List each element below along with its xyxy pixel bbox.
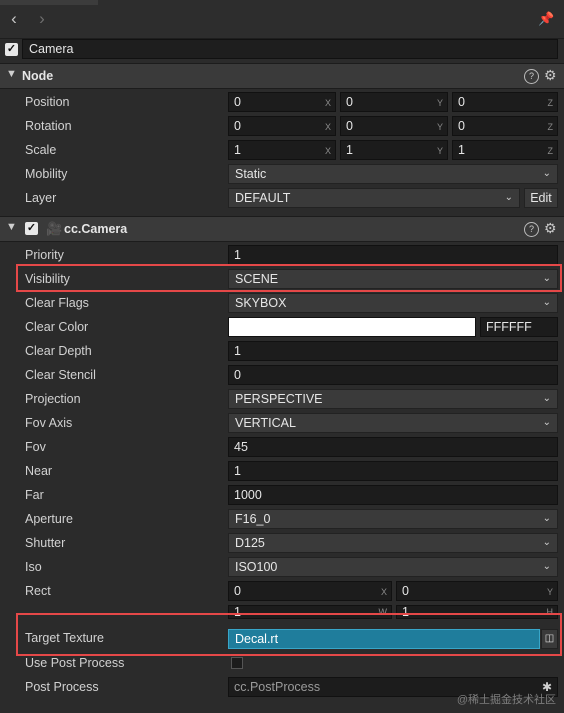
rotation-z-input[interactable]: 0Z	[452, 116, 558, 136]
use-post-process-checkbox[interactable]	[231, 657, 243, 669]
position-x-input[interactable]: 0X	[228, 92, 336, 112]
chevron-down-icon: ⌄	[542, 513, 551, 524]
help-icon[interactable]: ?	[524, 69, 539, 84]
aperture-label: Aperture	[25, 512, 73, 526]
post-process-label: Post Process	[25, 680, 99, 694]
fov-label: Fov	[25, 440, 46, 454]
mobility-label: Mobility	[25, 167, 68, 181]
section-title: Node	[22, 69, 54, 83]
position-label: Position	[25, 95, 70, 109]
watermark: @稀土掘金技术社区	[456, 694, 556, 706]
projection-select[interactable]: PERSPECTIVE ⌄	[228, 389, 558, 409]
chevron-left-icon[interactable]: ‹	[6, 10, 22, 28]
clear-color-swatch[interactable]	[228, 317, 476, 337]
pin-icon[interactable]: 📌	[538, 11, 554, 27]
component-enabled-checkbox[interactable]: ✓	[25, 222, 38, 235]
clear-stencil-label: Clear Stencil	[25, 368, 96, 382]
aperture-select[interactable]: F16_0 ⌄	[228, 509, 558, 529]
inspector-toolbar	[0, 0, 564, 39]
rect-x-input[interactable]: 0X	[228, 581, 392, 601]
clear-flags-label: Clear Flags	[25, 296, 89, 310]
iso-select[interactable]: ISO100 ⌄	[228, 557, 558, 577]
asset-picker-icon[interactable]: ◫	[541, 629, 558, 649]
shutter-label: Shutter	[25, 536, 66, 550]
rect-y-input[interactable]: 0Y	[396, 581, 558, 601]
clear-color-label: Clear Color	[25, 320, 89, 334]
panel-tab[interactable]	[0, 0, 98, 5]
scale-y-input[interactable]: 1Y	[340, 140, 448, 160]
use-post-process-label: Use Post Process	[25, 656, 125, 670]
chevron-down-icon: ⌄	[542, 297, 551, 308]
rect-label: Rect	[25, 584, 51, 598]
fov-axis-label: Fov Axis	[25, 416, 73, 430]
collapse-arrow-icon[interactable]: ▼	[6, 221, 17, 233]
gear-icon[interactable]: ⚙	[544, 220, 557, 237]
priority-input[interactable]: 1	[228, 245, 558, 265]
node-name-input[interactable]: Camera	[22, 39, 558, 59]
shutter-select[interactable]: D125 ⌄	[228, 533, 558, 553]
help-icon[interactable]: ?	[524, 222, 539, 237]
mobility-select[interactable]: Static ⌄	[228, 164, 558, 184]
scale-z-input[interactable]: 1Z	[452, 140, 558, 160]
camera-component-icon: 🎥	[46, 221, 63, 236]
projection-label: Projection	[25, 392, 81, 406]
layer-select[interactable]: DEFAULT ⌄	[228, 188, 520, 208]
visibility-label: Visibility	[25, 272, 70, 286]
near-input[interactable]: 1	[228, 461, 558, 481]
camera-section-header[interactable]: ▼ ✓ 🎥 cc.Camera ? ⚙	[0, 216, 564, 242]
gear-icon[interactable]: ⚙	[544, 67, 557, 84]
chevron-down-icon: ⌄	[542, 393, 551, 404]
chevron-right-icon[interactable]: ›	[34, 10, 50, 28]
section-title: cc.Camera	[64, 222, 128, 236]
scale-x-input[interactable]: 1X	[228, 140, 336, 160]
clear-depth-label: Clear Depth	[25, 344, 92, 358]
position-z-input[interactable]: 0Z	[452, 92, 558, 112]
node-active-checkbox[interactable]: ✓	[5, 43, 18, 56]
target-texture-asset-field[interactable]: Decal.rt	[228, 629, 540, 649]
chevron-down-icon: ⌄	[542, 273, 551, 284]
rotation-x-input[interactable]: 0X	[228, 116, 336, 136]
chevron-down-icon: ⌄	[542, 537, 551, 548]
node-section-header[interactable]: ▼ Node ? ⚙	[0, 63, 564, 89]
iso-label: Iso	[25, 560, 42, 574]
clear-stencil-input[interactable]: 0	[228, 365, 558, 385]
far-input[interactable]: 1000	[228, 485, 558, 505]
fov-axis-select[interactable]: VERTICAL ⌄	[228, 413, 558, 433]
target-texture-label: Target Texture	[25, 631, 104, 645]
chevron-down-icon: ⌄	[504, 192, 513, 203]
chevron-down-icon: ⌄	[542, 417, 551, 428]
chevron-down-icon: ⌄	[542, 561, 551, 572]
far-label: Far	[25, 488, 44, 502]
clear-color-hex-input[interactable]: FFFFFF	[480, 317, 558, 337]
chevron-down-icon: ⌄	[542, 168, 551, 179]
clear-flags-select[interactable]: SKYBOX ⌄	[228, 293, 558, 313]
rotation-y-input[interactable]: 0Y	[340, 116, 448, 136]
visibility-select[interactable]: SCENE ⌄	[228, 269, 558, 289]
fov-input[interactable]: 45	[228, 437, 558, 457]
layer-edit-button[interactable]: Edit	[524, 188, 558, 208]
layer-label: Layer	[25, 191, 57, 205]
position-y-input[interactable]: 0Y	[340, 92, 448, 112]
scale-label: Scale	[25, 143, 57, 157]
collapse-arrow-icon[interactable]: ▼	[6, 68, 17, 80]
clear-depth-input[interactable]: 1	[228, 341, 558, 361]
rotation-label: Rotation	[25, 119, 72, 133]
near-label: Near	[25, 464, 53, 478]
